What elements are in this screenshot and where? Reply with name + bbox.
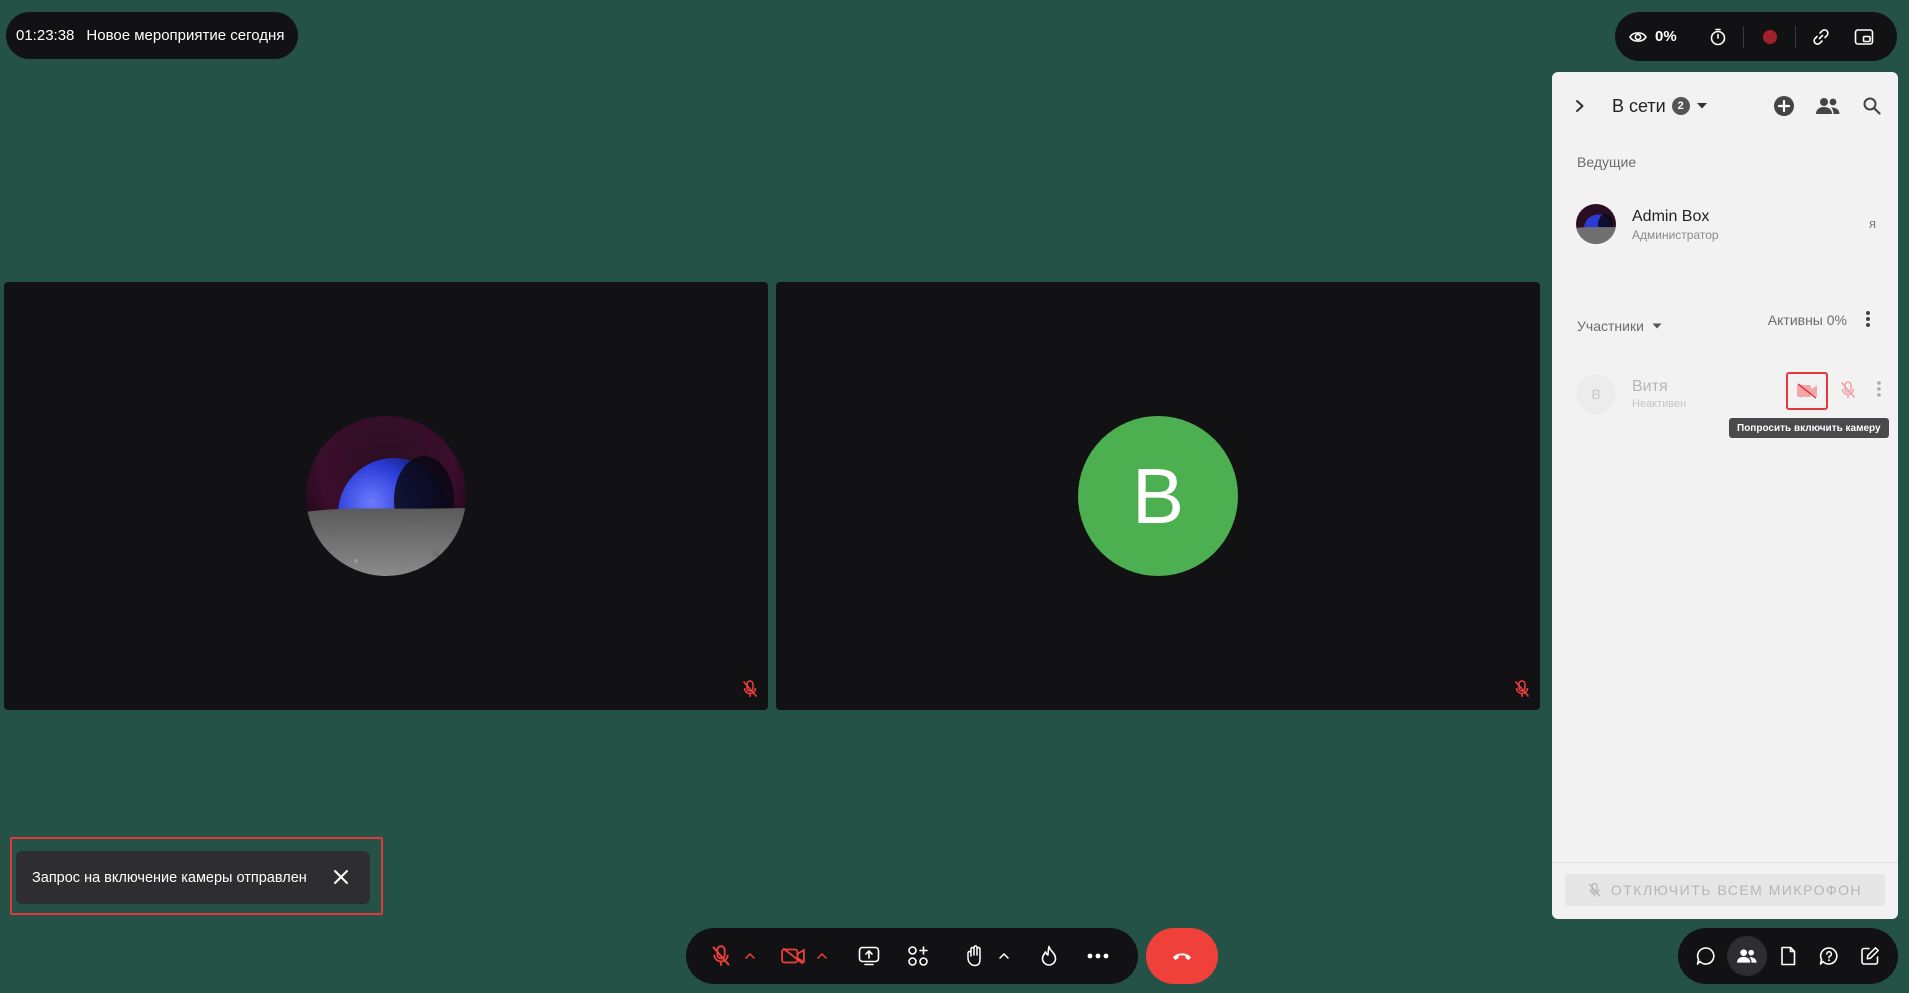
copy-link-button[interactable]	[1800, 17, 1843, 57]
mic-off-icon	[1588, 882, 1601, 898]
camera-toggle-button[interactable]	[774, 936, 812, 976]
chevron-up-icon	[745, 953, 755, 959]
event-timer: 01:23:38	[16, 27, 75, 44]
chat-button[interactable]	[1686, 936, 1726, 976]
screen-share-button[interactable]	[844, 936, 893, 976]
mic-off-icon	[711, 945, 731, 967]
active-percent: Активны 0%	[1767, 312, 1847, 328]
notes-icon	[1780, 946, 1796, 966]
notification-toast: Запрос на включение камеры отправлен	[16, 851, 370, 904]
chevron-up-icon	[999, 953, 1009, 959]
panel-divider	[1552, 862, 1898, 863]
participants-icon	[1737, 948, 1757, 964]
users-icon[interactable]	[1812, 90, 1844, 122]
timer-button[interactable]	[1697, 17, 1740, 57]
record-button[interactable]	[1748, 17, 1791, 57]
pip-button[interactable]	[1842, 17, 1885, 57]
participant-name: Витя	[1632, 378, 1668, 395]
participants-dropdown[interactable]: Участники	[1577, 318, 1662, 334]
participants-label: Участники	[1577, 318, 1644, 334]
mute-all-label: ОТКЛЮЧИТЬ ВСЕМ МИКРОФОН	[1610, 882, 1863, 898]
request-camera-button[interactable]	[1786, 372, 1828, 410]
participants-panel: В сети 2 Ведущие Admin Box Администратор…	[1552, 72, 1898, 919]
panel-title: В сети	[1612, 95, 1666, 116]
stopwatch-icon	[1709, 28, 1727, 46]
caret-down-icon	[1696, 102, 1708, 110]
mic-toggle-button[interactable]	[702, 936, 740, 976]
chat-icon	[1696, 946, 1716, 966]
online-filter-dropdown[interactable]: В сети 2	[1612, 96, 1708, 117]
participant-status: Неактивен	[1632, 398, 1687, 410]
mic-muted-icon	[1514, 680, 1530, 698]
video-tile-admin[interactable]	[4, 282, 768, 710]
reaction-button[interactable]	[1024, 936, 1073, 976]
toolbar-divider	[1794, 25, 1796, 48]
chevron-right-icon[interactable]	[1574, 99, 1586, 113]
mic-off-icon[interactable]	[1840, 380, 1856, 400]
camera-off-icon	[781, 947, 805, 965]
link-icon	[1811, 27, 1831, 47]
search-icon[interactable]	[1856, 90, 1888, 122]
participants-header: Участники Активны 0%	[1577, 310, 1877, 340]
screen-share-icon	[858, 946, 880, 966]
tooltip: Попросить включить камеру	[1729, 418, 1889, 438]
participants-button[interactable]	[1727, 936, 1768, 976]
host-name: Admin Box	[1632, 208, 1710, 225]
participant-avatar: В	[1576, 374, 1616, 414]
views-indicator[interactable]: 0%	[1629, 28, 1697, 45]
planet-avatar	[306, 416, 466, 576]
me-label: я	[1868, 216, 1876, 231]
chevron-up-icon	[817, 953, 827, 959]
sidebar-toggles	[1678, 928, 1898, 984]
edit-button[interactable]	[1850, 936, 1890, 976]
notes-button[interactable]	[1768, 936, 1808, 976]
mute-all-button[interactable]: ОТКЛЮЧИТЬ ВСЕМ МИКРОФОН	[1565, 874, 1885, 906]
camera-options-button[interactable]	[812, 936, 833, 976]
video-tile-vitya[interactable]: В	[776, 282, 1540, 710]
edit-icon	[1860, 946, 1880, 966]
add-icon[interactable]	[1768, 90, 1800, 122]
host-avatar	[1576, 204, 1616, 244]
toast-highlight: Запрос на включение камеры отправлен	[10, 837, 383, 915]
views-percent: 0%	[1655, 28, 1677, 45]
apps-icon	[907, 945, 929, 967]
call-controls	[686, 928, 1138, 984]
raise-hand-button[interactable]	[956, 936, 994, 976]
eye-icon	[1629, 30, 1647, 44]
mic-muted-icon	[742, 680, 758, 698]
camera-off-icon	[1796, 383, 1818, 399]
more-icon	[1087, 953, 1109, 959]
help-icon	[1819, 946, 1839, 966]
host-list-item[interactable]: Admin Box Администратор я	[1576, 202, 1876, 246]
online-count-badge: 2	[1671, 97, 1690, 115]
top-toolbar: 0%	[1615, 12, 1897, 61]
event-info-pill: 01:23:38 Новое мероприятие сегодня	[6, 12, 299, 59]
end-call-button[interactable]	[1146, 928, 1218, 984]
event-title: Новое мероприятие сегодня	[86, 27, 285, 44]
panel-header: В сети 2	[1552, 86, 1898, 126]
mic-options-button[interactable]	[740, 936, 761, 976]
participant-list-item[interactable]: В Витя Неактивен Попросить включить каме…	[1576, 372, 1889, 438]
toast-message: Запрос на включение камеры отправлен	[32, 869, 307, 886]
more-button[interactable]	[1073, 936, 1122, 976]
caret-down-icon	[1652, 323, 1662, 329]
apps-button[interactable]	[893, 936, 942, 976]
reaction-icon	[1040, 945, 1058, 967]
more-vertical-icon[interactable]	[1865, 310, 1871, 328]
hang-up-icon	[1172, 951, 1192, 961]
panel-header-actions	[1768, 90, 1888, 122]
host-role: Администратор	[1632, 228, 1719, 242]
help-button[interactable]	[1809, 936, 1849, 976]
record-icon	[1762, 29, 1777, 44]
toolbar-divider	[1743, 25, 1745, 48]
hand-options-button[interactable]	[994, 936, 1015, 976]
letter-avatar: В	[1078, 416, 1238, 576]
raise-hand-icon	[965, 945, 985, 967]
hosts-section-label: Ведущие	[1577, 154, 1637, 170]
close-icon[interactable]	[332, 868, 350, 886]
more-vertical-icon[interactable]	[1876, 380, 1882, 398]
picture-in-picture-icon	[1854, 28, 1874, 46]
